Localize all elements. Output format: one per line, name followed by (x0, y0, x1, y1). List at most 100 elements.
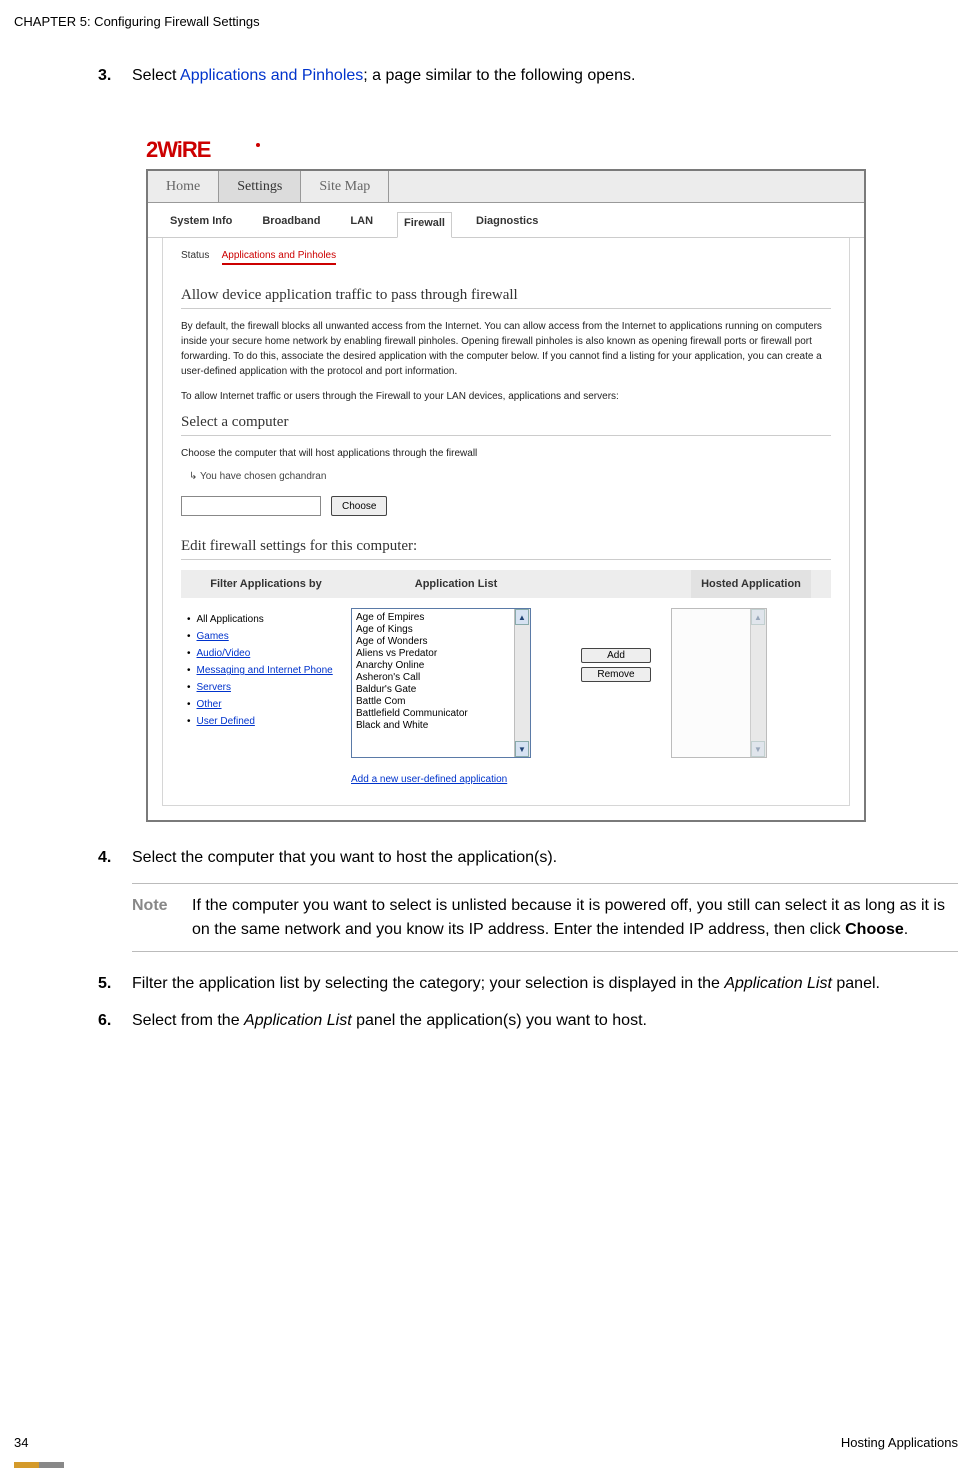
breadcrumb-status: Status Applications and Pinholes (181, 250, 831, 267)
list-item[interactable]: Anarchy Online (356, 660, 526, 671)
scroll-down-icon[interactable]: ▼ (515, 741, 529, 757)
step-4: 4. Select the computer that you want to … (98, 846, 958, 869)
hosted-application-select[interactable]: ▲ ▼ (671, 608, 767, 758)
step-number: 6. (98, 1009, 132, 1032)
step-text: Select Applications and Pinholes; a page… (132, 64, 958, 87)
filter-user-defined[interactable]: User Defined (197, 716, 255, 727)
list-item[interactable]: Battlefield Communicator (356, 708, 526, 719)
page-number: 34 (14, 1435, 28, 1450)
footer-decoration (14, 1462, 64, 1468)
subnav-diagnostics[interactable]: Diagnostics (470, 211, 544, 237)
filter-all[interactable]: All Applications (187, 614, 351, 625)
secondary-nav: System Info Broadband LAN Firewall Diagn… (148, 203, 864, 238)
list-item[interactable]: Aliens vs Predator (356, 648, 526, 659)
list-item[interactable]: Age of Empires (356, 612, 526, 623)
col-head-applist: Application List (351, 570, 561, 598)
scroll-down-icon: ▼ (751, 741, 765, 757)
step5-post: panel. (832, 975, 880, 992)
filter-messaging[interactable]: Messaging and Internet Phone (197, 665, 333, 676)
allow-traffic-heading: Allow device application traffic to pass… (181, 287, 831, 309)
list-item[interactable]: Battle Com (356, 696, 526, 707)
col-head-hosted: Hosted Application (691, 570, 811, 598)
footer-bar-segment (14, 1462, 39, 1468)
chosen-computer-value: You have chosen gchandran (200, 471, 326, 482)
ip-address-input[interactable] (181, 496, 321, 516)
edit-columns: All Applications Games Audio/Video Messa… (181, 608, 831, 787)
scroll-up-icon: ▲ (751, 609, 765, 625)
status-label: Status (181, 250, 209, 261)
footer-bar-segment (39, 1462, 64, 1468)
select-computer-heading: Select a computer (181, 414, 831, 436)
step-number: 4. (98, 846, 132, 869)
add-remove-column: Add Remove (561, 608, 671, 682)
list-item[interactable]: Black and White (356, 720, 526, 731)
step-text: Select from the Application List panel t… (132, 1009, 958, 1032)
step6-pre: Select from the (132, 1012, 244, 1029)
application-list-column: Age of Empires Age of Kings Age of Wonde… (351, 608, 561, 787)
filter-audio-video[interactable]: Audio/Video (197, 648, 251, 659)
step-number: 5. (98, 972, 132, 995)
filter-games[interactable]: Games (197, 631, 229, 642)
svg-text:2WiRE: 2WiRE (146, 137, 211, 162)
filter-servers[interactable]: Servers (197, 682, 231, 693)
step-6: 6. Select from the Application List pane… (98, 1009, 958, 1032)
edit-settings-heading: Edit firewall settings for this computer… (181, 538, 831, 560)
choose-computer-text: Choose the computer that will host appli… (181, 446, 831, 461)
step-3: 3. Select Applications and Pinholes; a p… (98, 64, 958, 87)
step6-em: Application List (244, 1012, 352, 1029)
step5-pre: Filter the application list by selecting… (132, 975, 724, 992)
step3-post: ; a page similar to the following opens. (363, 67, 635, 84)
remove-button[interactable]: Remove (581, 667, 651, 682)
list-item[interactable]: Age of Wonders (356, 636, 526, 647)
filter-category-list: All Applications Games Audio/Video Messa… (181, 608, 351, 733)
firewall-page-body: Status Applications and Pinholes Allow d… (162, 238, 850, 806)
filter-other[interactable]: Other (197, 699, 222, 710)
application-list-select[interactable]: Age of Empires Age of Kings Age of Wonde… (351, 608, 531, 758)
step-text: Filter the application list by selecting… (132, 972, 958, 995)
choose-row: Choose (181, 496, 831, 516)
hosted-scrollbar[interactable]: ▲ ▼ (750, 609, 766, 757)
tab-sitemap[interactable]: Site Map (301, 171, 389, 202)
application-list-items: Age of Empires Age of Kings Age of Wonde… (352, 609, 530, 734)
step-5: 5. Filter the application list by select… (98, 972, 958, 995)
step5-em: Application List (724, 975, 832, 992)
router-ui-panel: Home Settings Site Map System Info Broad… (146, 169, 866, 822)
col-head-filter: Filter Applications by (181, 570, 351, 598)
applist-scrollbar[interactable]: ▲ ▼ (514, 609, 530, 757)
tab-home[interactable]: Home (148, 171, 219, 202)
list-item[interactable]: Age of Kings (356, 624, 526, 635)
step-number: 3. (98, 64, 132, 87)
step3-pre: Select (132, 67, 180, 84)
list-item[interactable]: Baldur's Gate (356, 684, 526, 695)
note-bold-choose: Choose (845, 921, 904, 938)
col-head-gap (561, 570, 691, 598)
page-content: 3. Select Applications and Pinholes; a p… (98, 64, 958, 1046)
note-block: Note If the computer you want to select … (132, 883, 958, 951)
subnav-system-info[interactable]: System Info (164, 211, 238, 237)
subnav-lan[interactable]: LAN (344, 211, 379, 237)
applications-pinholes-link[interactable]: Applications and Pinholes (180, 67, 363, 84)
primary-tab-row: Home Settings Site Map (148, 171, 864, 203)
add-user-defined-link[interactable]: Add a new user-defined application (351, 772, 561, 787)
embedded-screenshot: 2WiRE Home Settings Site Map System Info… (146, 137, 958, 822)
subnav-broadband[interactable]: Broadband (256, 211, 326, 237)
step6-post: panel the application(s) you want to hos… (352, 1012, 647, 1029)
intro-paragraph-2: To allow Internet traffic or users throu… (181, 389, 831, 404)
choose-button[interactable]: Choose (331, 496, 387, 516)
chapter-header: CHAPTER 5: Configuring Firewall Settings (14, 14, 260, 29)
step-text: Select the computer that you want to hos… (132, 846, 958, 869)
add-button[interactable]: Add (581, 648, 651, 663)
tab-settings[interactable]: Settings (219, 171, 301, 202)
intro-paragraph-1: By default, the firewall blocks all unwa… (181, 319, 831, 379)
note-label: Note (132, 894, 192, 940)
2wire-logo: 2WiRE (146, 137, 958, 163)
note-text-pre: If the computer you want to select is un… (192, 897, 945, 937)
list-item[interactable]: Asheron's Call (356, 672, 526, 683)
subnav-firewall[interactable]: Firewall (397, 212, 452, 238)
chosen-computer-line: ↳ You have chosen gchandran (189, 471, 831, 482)
note-body: If the computer you want to select is un… (192, 894, 958, 940)
footer-section-title: Hosting Applications (841, 1435, 958, 1450)
scroll-up-icon[interactable]: ▲ (515, 609, 529, 625)
status-current[interactable]: Applications and Pinholes (222, 250, 337, 265)
note-text-post: . (904, 921, 908, 938)
